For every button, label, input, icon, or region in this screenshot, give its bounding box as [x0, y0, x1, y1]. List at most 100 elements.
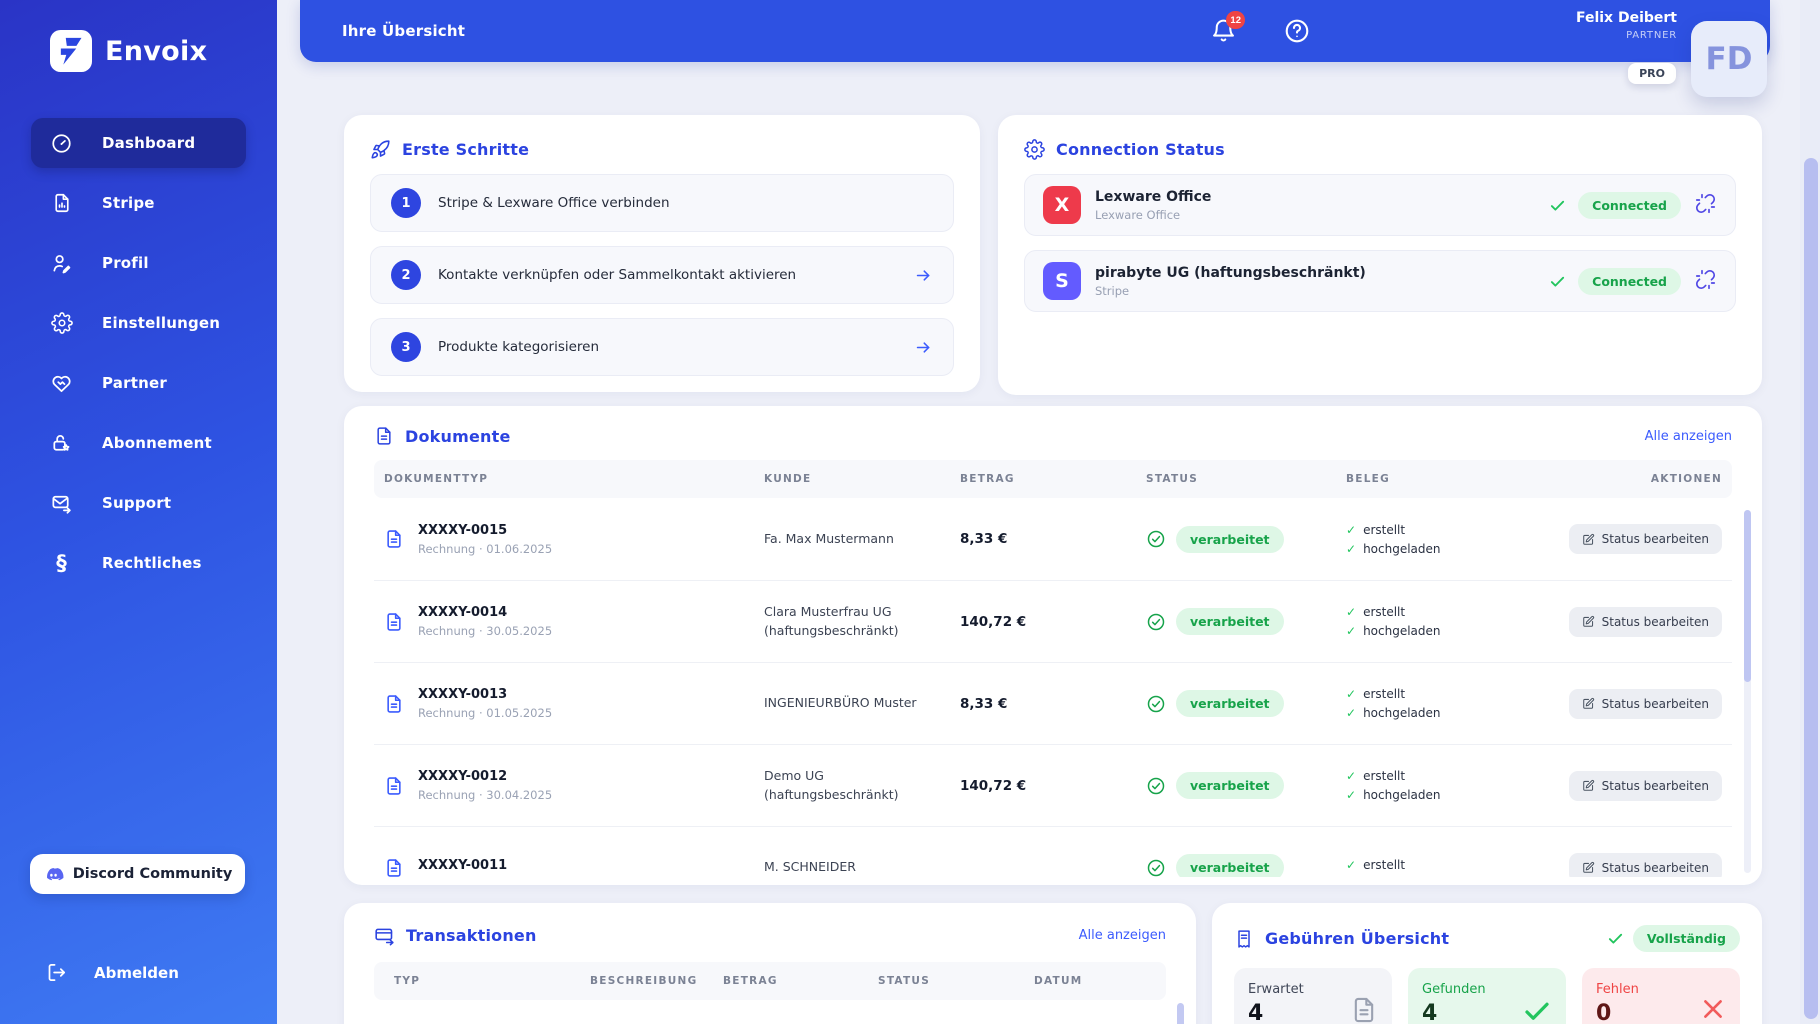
beleg-label: hochgeladen — [1363, 706, 1441, 720]
document-id: XXXXY-0011 — [418, 858, 508, 873]
edit-icon — [1582, 697, 1594, 709]
step-number: 2 — [391, 260, 421, 290]
status-bearbeiten-button[interactable]: Status bearbeiten — [1568, 852, 1722, 877]
stat-gefunden: Gefunden 4 — [1408, 968, 1566, 1024]
status-bearbeiten-button[interactable]: Status bearbeiten — [1568, 524, 1722, 554]
step-row-2[interactable]: 2 Kontakte verknüpfen oder Sammelkontakt… — [370, 246, 954, 304]
col-betrag: BETRAG — [723, 975, 778, 987]
user-edit-icon — [50, 252, 73, 275]
sidebar-item-stripe[interactable]: Stripe — [31, 178, 246, 228]
gebuehren-card: Gebühren Übersicht Vollständig Erwartet … — [1212, 903, 1762, 1024]
transaktionen-card: Transaktionen Alle anzeigen TYP BESCHREI… — [344, 903, 1196, 1024]
logout-icon — [45, 961, 68, 984]
beleg-label: erstellt — [1363, 605, 1406, 619]
step-label: Produkte kategorisieren — [438, 339, 600, 355]
notifications-button[interactable]: 12 — [1208, 11, 1245, 47]
betrag-cell: 8,33 € — [960, 531, 1008, 547]
card-title: Connection Status — [1056, 140, 1225, 159]
check-icon: ✓ — [1346, 788, 1357, 802]
check-icon: ✓ — [1346, 541, 1357, 556]
gear-icon — [50, 312, 73, 335]
step-number: 1 — [391, 188, 421, 218]
card-title-row: Erste Schritte — [370, 139, 954, 160]
circle-check-icon — [1147, 695, 1165, 712]
document-meta: Rechnung · 30.04.2025 — [418, 788, 553, 802]
beleg-label: erstellt — [1363, 858, 1406, 872]
table-row: XXXXY-0013 Rechnung · 01.05.2025 INGENIE… — [374, 662, 1732, 744]
sidebar-item-abonnement[interactable]: Abonnement — [31, 418, 246, 468]
card-title: Erste Schritte — [402, 140, 530, 159]
dokumente-card: Dokumente Alle anzeigen DOKUMENTTYP KUND… — [344, 406, 1762, 885]
col-status: STATUS — [1146, 473, 1199, 485]
unlink-icon — [1695, 193, 1715, 214]
col-beschreibung: BESCHREIBUNG — [590, 975, 698, 987]
disconnect-button[interactable] — [1693, 269, 1717, 293]
status-bearbeiten-button[interactable]: Status bearbeiten — [1568, 606, 1722, 637]
step-row-1[interactable]: 1 Stripe & Lexware Office verbinden — [370, 174, 954, 232]
gear-icon — [1024, 139, 1045, 160]
table-header: TYP BESCHREIBUNG BETRAG STATUS DATUM — [374, 962, 1166, 1000]
connection-subtitle: Lexware Office — [1095, 207, 1181, 222]
alle-anzeigen-link[interactable]: Alle anzeigen — [1645, 429, 1732, 444]
col-beleg: BELEG — [1346, 473, 1390, 485]
vollstaendig-badge: Vollständig — [1632, 925, 1740, 952]
connection-status-card: Connection Status X Lexware Office Lexwa… — [998, 115, 1762, 395]
kunde-cell: Fa. Max Mustermann — [764, 530, 894, 546]
card-title-row: Connection Status — [1024, 139, 1736, 160]
check-icon: ✓ — [1346, 624, 1357, 638]
table-scrollbar-thumb[interactable] — [1744, 510, 1751, 682]
sidebar: Envoix Dashboard Stripe Profil Einstellu… — [0, 0, 277, 1024]
discord-community-button[interactable]: Discord Community — [30, 854, 245, 894]
sidebar-item-support[interactable]: Support — [31, 478, 246, 528]
check-icon — [1525, 1002, 1549, 1020]
check-icon: ✓ — [1346, 687, 1357, 701]
beleg-label: erstellt — [1363, 522, 1406, 537]
sidebar-item-profil[interactable]: Profil — [31, 238, 246, 288]
document-icon — [377, 427, 391, 445]
step-row-3[interactable]: 3 Produkte kategorisieren — [370, 318, 954, 376]
kunde-cell: Demo UG (haftungsbeschränkt) — [764, 768, 899, 802]
sidebar-item-rechtliches[interactable]: § Rechtliches — [31, 538, 246, 588]
dokumente-table: DOKUMENTTYP KUNDE BETRAG STATUS BELEG AK… — [374, 460, 1732, 877]
sidebar-item-dashboard[interactable]: Dashboard — [31, 118, 246, 168]
table-scrollbar-thumb[interactable] — [1177, 1003, 1184, 1024]
page-scrollbar-thumb[interactable] — [1804, 158, 1818, 1019]
gebuehren-stats: Erwartet 4 Gefunden 4 Fehlen 0 — [1234, 968, 1740, 1024]
receipt-icon — [1238, 929, 1250, 948]
beleg-label: hochgeladen — [1363, 788, 1441, 802]
stat-erwartet: Erwartet 4 — [1234, 968, 1392, 1024]
status-badge: verarbeitet — [1176, 690, 1284, 717]
betrag-cell: 8,33 € — [960, 695, 1008, 712]
betrag-cell: 140,72 € — [960, 613, 1027, 630]
beleg-label: hochgeladen — [1363, 541, 1441, 556]
avatar[interactable]: FD — [1691, 21, 1767, 97]
step-number: 3 — [391, 332, 421, 362]
document-meta: Rechnung · 01.05.2025 — [418, 706, 553, 720]
sidebar-item-label: Dashboard — [102, 134, 196, 152]
disconnect-button[interactable] — [1693, 193, 1717, 217]
discord-icon — [46, 867, 64, 880]
sidebar-item-partner[interactable]: Partner — [31, 358, 246, 408]
logout-button[interactable]: Abmelden — [45, 961, 179, 984]
circle-check-icon — [1147, 777, 1165, 794]
col-aktionen: AKTIONEN — [1650, 473, 1722, 485]
app: Envoix Dashboard Stripe Profil Einstellu… — [0, 0, 1820, 1024]
table-row: XXXXY-0014 Rechnung · 30.05.2025 Clara M… — [374, 580, 1732, 662]
card-title: Transaktionen — [406, 926, 537, 945]
betrag-cell: 140,72 € — [960, 777, 1027, 794]
heart-handshake-icon — [50, 372, 73, 395]
edit-icon — [1582, 615, 1594, 627]
connection-subtitle: Stripe — [1095, 283, 1130, 298]
alle-anzeigen-link[interactable]: Alle anzeigen — [1079, 928, 1166, 943]
beleg-label: hochgeladen — [1363, 624, 1441, 638]
sidebar-item-einstellungen[interactable]: Einstellungen — [31, 298, 246, 348]
status-bearbeiten-button[interactable]: Status bearbeiten — [1568, 688, 1722, 719]
help-button[interactable] — [1282, 17, 1312, 47]
kunde-cell: Clara Musterfrau UG (haftungsbeschränkt) — [764, 604, 899, 638]
connection-row-lexware: X Lexware Office Lexware Office Connecte… — [1024, 174, 1736, 236]
arrow-right-icon — [916, 341, 930, 353]
connection-name: Lexware Office — [1095, 188, 1212, 205]
dashboard-icon — [50, 132, 73, 155]
status-bearbeiten-button[interactable]: Status bearbeiten — [1568, 770, 1722, 801]
help-circle-icon — [1285, 19, 1309, 43]
